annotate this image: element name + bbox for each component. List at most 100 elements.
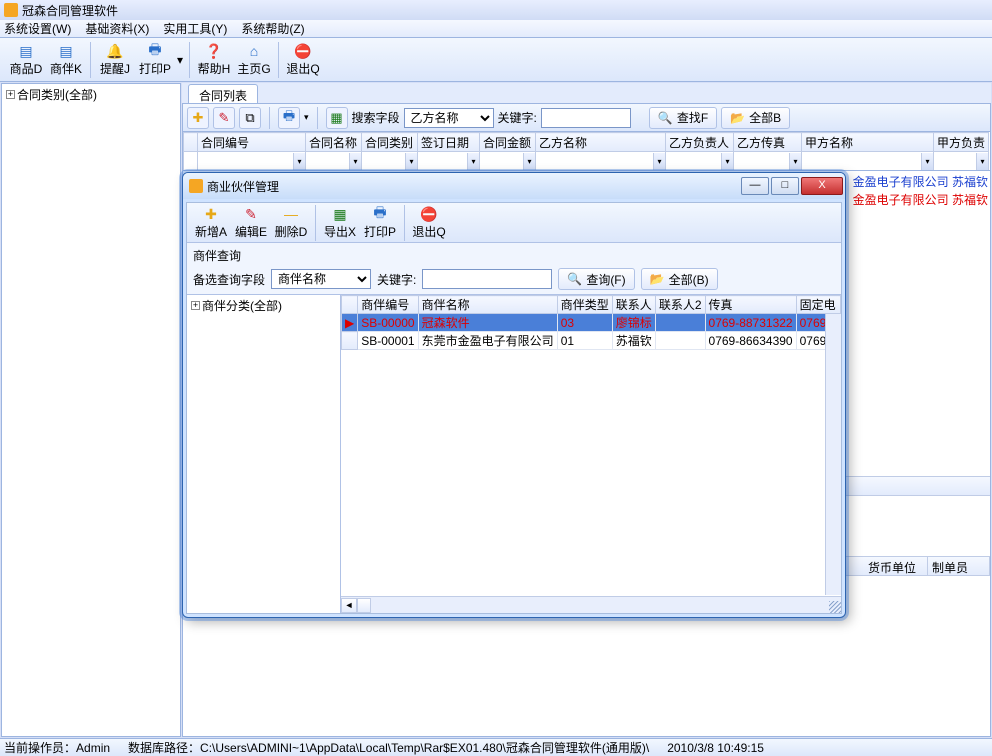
datetime: 2010/3/8 10:49:15: [667, 741, 764, 755]
partner-button[interactable]: ▤商伴K: [46, 40, 86, 80]
category-tree[interactable]: + 合同类别(全部): [1, 83, 181, 737]
edit-icon[interactable]: ✎: [213, 107, 235, 129]
col-party-b[interactable]: 乙方名称: [536, 133, 666, 152]
print-button[interactable]: 🖶打印P: [135, 40, 175, 80]
col-party-b-fax[interactable]: 乙方传真: [734, 133, 802, 152]
keyword-label: 关键字:: [498, 109, 537, 126]
partner-grid[interactable]: 商伴编号 商伴名称 商伴类型 联系人 联系人2 传真 固定电 ▶ SB-0000…: [341, 295, 841, 613]
help-icon: ❓: [205, 42, 223, 60]
bell-icon: 🔔: [106, 42, 124, 60]
print-button[interactable]: 🖶打印P: [360, 203, 400, 243]
col-contact2[interactable]: 联系人2: [655, 296, 705, 314]
add-icon[interactable]: ✚: [187, 107, 209, 129]
resize-grip[interactable]: [829, 601, 841, 613]
app-title: 冠森合同管理软件: [22, 2, 118, 19]
separator: [278, 42, 279, 78]
col-tel[interactable]: 固定电: [796, 296, 840, 314]
product-button[interactable]: ▤商品D: [6, 40, 46, 80]
print-dropdown[interactable]: ▾: [175, 53, 185, 67]
col-amount[interactable]: 合同金额: [480, 133, 536, 152]
search-field-select[interactable]: 乙方名称: [404, 108, 494, 128]
exit-button[interactable]: ⛔退出Q: [409, 203, 449, 243]
menu-tools[interactable]: 实用工具(Y): [163, 20, 227, 37]
tab-contract-list[interactable]: 合同列表: [188, 84, 258, 103]
help-button[interactable]: ❓帮助H: [194, 40, 234, 80]
partner-tree[interactable]: + 商伴分类(全部): [187, 295, 341, 613]
expand-icon[interactable]: +: [6, 90, 15, 99]
tab-row: 合同列表: [182, 83, 991, 103]
table-row[interactable]: ▶ SB-00000 冠森软件 03 廖锦标 0769-88731322 076…: [342, 314, 841, 332]
search-field-select[interactable]: 商伴名称: [271, 269, 371, 289]
plus-icon: ✚: [202, 205, 220, 223]
dialog-titlebar[interactable]: 商业伙伴管理 — □ X: [183, 173, 845, 199]
menu-help[interactable]: 系统帮助(Z): [241, 20, 304, 37]
col-partner-id[interactable]: 商伴编号: [358, 296, 418, 314]
menubar: 系统设置(W) 基础资料(X) 实用工具(Y) 系统帮助(Z): [0, 20, 992, 38]
scroll-thumb[interactable]: [357, 598, 371, 613]
search-icon: 🔍: [658, 111, 673, 125]
vertical-scrollbar[interactable]: [825, 314, 841, 595]
pencil-icon: ✎: [242, 205, 260, 223]
print-icon: 🖶: [146, 42, 164, 60]
main-titlebar: 冠森合同管理软件: [0, 0, 992, 20]
edit-button[interactable]: ✎编辑E: [231, 203, 271, 243]
col-fax[interactable]: 传真: [705, 296, 796, 314]
all-button[interactable]: 📂全部B: [721, 107, 790, 129]
expand-icon[interactable]: +: [191, 301, 200, 310]
app-icon: [4, 3, 18, 17]
horizontal-scrollbar[interactable]: ◄: [341, 596, 841, 613]
keyword-input[interactable]: [422, 269, 552, 289]
dialog-icon: [189, 179, 203, 193]
home-button[interactable]: ⌂主页G: [234, 40, 274, 80]
col-party-b-mgr[interactable]: 乙方负责人: [666, 133, 734, 152]
grid-row[interactable]: 金盈电子有限公司 苏福钦: [853, 191, 988, 208]
col-sign-date[interactable]: 签订日期: [418, 133, 480, 152]
folder-icon: 📂: [730, 111, 745, 125]
col-creator[interactable]: 制单员: [928, 557, 990, 575]
keyword-label: 关键字:: [377, 271, 416, 288]
col-contact[interactable]: 联系人: [612, 296, 655, 314]
dbpath-label: 数据库路径：: [128, 741, 200, 755]
export-button[interactable]: ▦导出X: [320, 203, 360, 243]
menu-system[interactable]: 系统设置(W): [4, 20, 71, 37]
maximize-button[interactable]: □: [771, 177, 799, 195]
print-icon[interactable]: 🖶: [278, 107, 300, 129]
grid-row[interactable]: 金盈电子有限公司 苏福钦: [853, 173, 988, 190]
add-button[interactable]: ✚新增A: [191, 203, 231, 243]
close-button[interactable]: X: [801, 177, 843, 195]
dialog-toolbar: ✚新增A ✎编辑E —删除D ▦导出X 🖶打印P ⛔退出Q: [187, 203, 841, 243]
col-partner-type[interactable]: 商伴类型: [557, 296, 612, 314]
scroll-left[interactable]: ◄: [341, 598, 357, 613]
remind-button[interactable]: 🔔提醒J: [95, 40, 135, 80]
find-button[interactable]: 🔍查找F: [649, 107, 717, 129]
menu-basedata[interactable]: 基础资料(X): [85, 20, 149, 37]
search-title: 商伴查询: [193, 247, 835, 264]
col-contract-type[interactable]: 合同类别: [362, 133, 418, 152]
separator: [90, 42, 91, 78]
operator-value: Admin: [76, 741, 110, 755]
col-contract-no[interactable]: 合同编号: [198, 133, 306, 152]
col-contract-name[interactable]: 合同名称: [306, 133, 362, 152]
col-party-a[interactable]: 甲方名称: [802, 133, 934, 152]
minus-icon: —: [282, 205, 300, 223]
filter-dropdown[interactable]: ▾: [293, 153, 305, 170]
delete-button[interactable]: —删除D: [271, 203, 311, 243]
table-row[interactable]: SB-00001 东莞市金盈电子有限公司 01 苏福钦 0769-8663439…: [342, 332, 841, 350]
minimize-button[interactable]: —: [741, 177, 769, 195]
search-icon: 🔍: [567, 272, 582, 286]
main-toolbar: ▤商品D ▤商伴K 🔔提醒J 🖶打印P ▾ ❓帮助H ⌂主页G ⛔退出Q: [0, 38, 992, 82]
tree-root[interactable]: + 合同类别(全部): [2, 84, 180, 105]
col-currency[interactable]: 货币单位: [864, 557, 928, 575]
query-button[interactable]: 🔍查询(F): [558, 268, 634, 290]
keyword-input[interactable]: [541, 108, 631, 128]
excel-icon[interactable]: ▦: [326, 107, 348, 129]
copy-icon[interactable]: ⧉: [239, 107, 261, 129]
dbpath-value: C:\Users\ADMINI~1\AppData\Local\Temp\Rar…: [200, 741, 649, 755]
doc-icon: ▤: [57, 42, 75, 60]
tree-root[interactable]: + 商伴分类(全部): [187, 295, 340, 316]
col-partner-name[interactable]: 商伴名称: [418, 296, 557, 314]
col-party-a-mgr[interactable]: 甲方负责: [934, 133, 989, 152]
all-button[interactable]: 📂全部(B): [641, 268, 718, 290]
contract-grid-header: 合同编号 合同名称 合同类别 签订日期 合同金额 乙方名称 乙方负责人 乙方传真…: [182, 131, 991, 171]
exit-button[interactable]: ⛔退出Q: [283, 40, 323, 80]
